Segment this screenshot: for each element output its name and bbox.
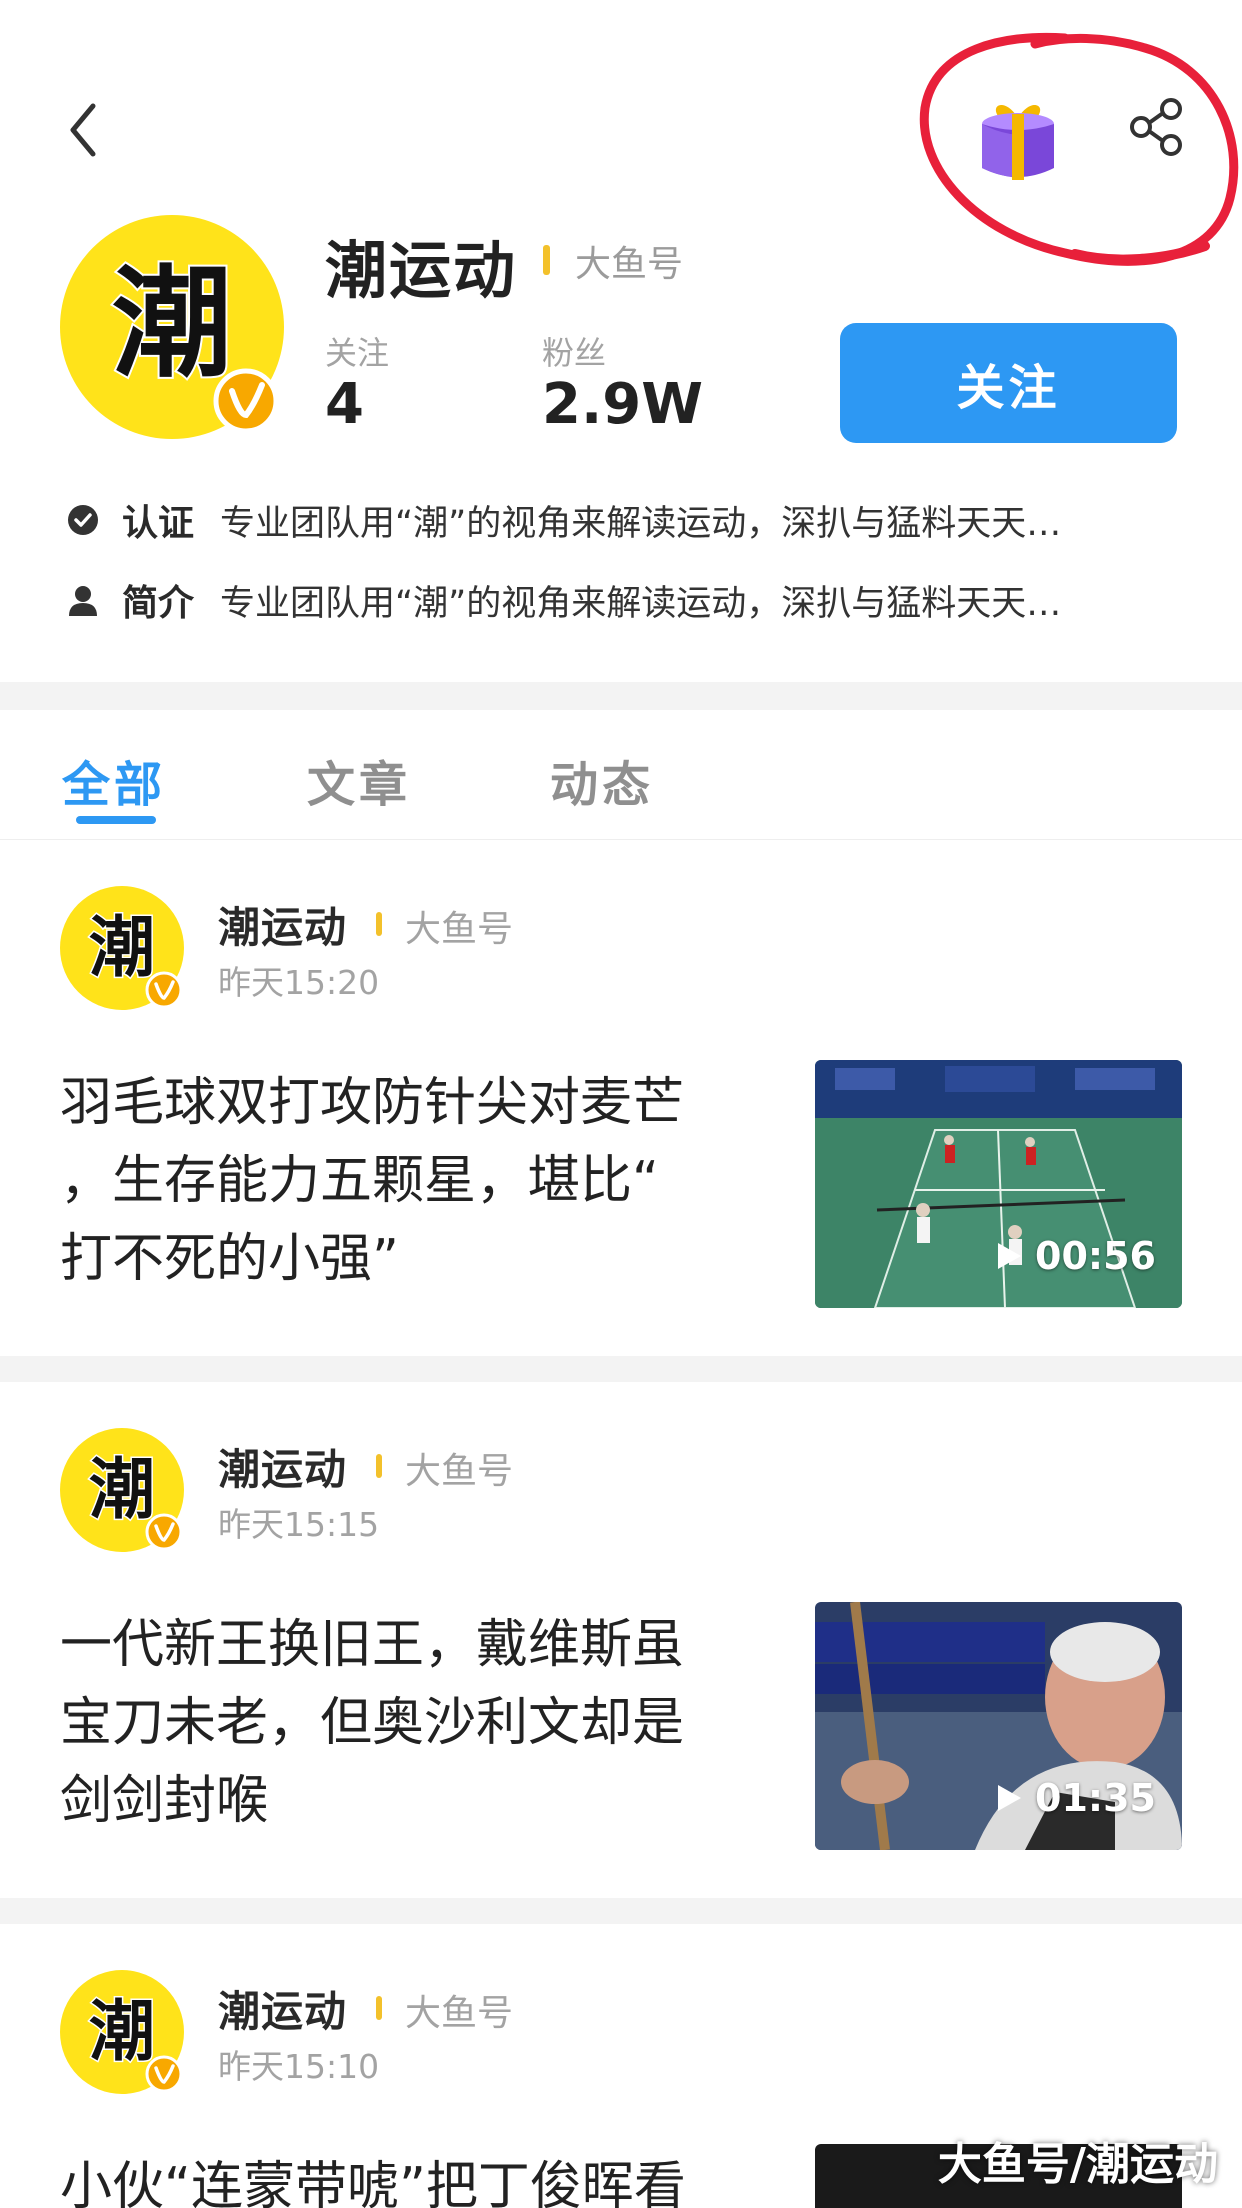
svg-text:潮: 潮 (89, 909, 155, 986)
content-tabs: 全部 文章 动态 (0, 710, 1242, 840)
badge-divider (543, 245, 550, 275)
author-avatar[interactable]: 潮 (60, 1970, 185, 2095)
profile-avatar[interactable]: 潮 (60, 215, 285, 440)
post-title-line: 剑剑封喉 (60, 1771, 269, 1831)
fans-count[interactable]: 2.9W (542, 372, 703, 437)
svg-text:潮: 潮 (89, 1451, 155, 1528)
fans-label: 粉丝 (542, 334, 607, 372)
share-icon (1130, 98, 1182, 156)
tab-updates[interactable]: 动态 (550, 745, 654, 815)
play-icon (998, 1243, 1022, 1269)
intro-text: 专业团队用“潮”的视角来解读运动，深扒与猛料天天… (220, 583, 1062, 624)
chevron-left-icon (70, 103, 96, 157)
duration-text: 00:56 (1035, 1234, 1156, 1278)
certification-text: 专业团队用“潮”的视角来解读运动，深扒与猛料天天… (220, 503, 1062, 544)
tab-all[interactable]: 全部 (62, 745, 166, 815)
video-duration: 00:56 (995, 1234, 1156, 1278)
svg-text:潮: 潮 (89, 1993, 155, 2070)
author-name[interactable]: 潮运动 (218, 1436, 347, 1497)
follow-button[interactable]: 关注 (840, 323, 1177, 443)
red-annotation-circle (919, 32, 1239, 266)
post-title-line: 一代新王换旧王，戴维斯虽 (60, 1615, 685, 1675)
post-title[interactable]: 小伙“连蒙带唬”把丁俊晖看 (60, 2148, 760, 2208)
back-button[interactable] (52, 90, 112, 170)
certification-label: 认证 (122, 503, 195, 544)
author-avatar[interactable]: 潮 (60, 886, 185, 1011)
feed-item[interactable]: 潮 潮运动 大鱼号 昨天15:15 一代新王换旧王，戴维斯虽 宝刀未老，但奥沙利… (0, 1384, 1242, 1896)
top-bar (0, 0, 1242, 266)
active-tab-indicator (76, 816, 156, 824)
video-thumbnail[interactable]: 01:35 (815, 1602, 1182, 1850)
author-name[interactable]: 潮运动 (218, 894, 347, 955)
account-type-badge: 大鱼号 (405, 909, 514, 950)
post-title-line: 羽毛球双打攻防针尖对麦芒 (60, 1073, 685, 1133)
video-duration: 01:35 (995, 1776, 1156, 1820)
feed-divider (0, 1356, 1242, 1382)
duration-text: 01:35 (1035, 1776, 1156, 1820)
post-title-line: 小伙“连蒙带唬”把丁俊晖看 (60, 2157, 686, 2208)
share-button[interactable] (1125, 95, 1189, 159)
user-icon (69, 586, 97, 616)
post-title[interactable]: 一代新王换旧王，戴维斯虽 宝刀未老，但奥沙利文却是 剑剑封喉 (60, 1606, 760, 1840)
tab-articles[interactable]: 文章 (307, 745, 411, 815)
account-type-badge: 大鱼号 (575, 244, 684, 285)
gift-button[interactable] (968, 90, 1068, 190)
video-thumbnail[interactable]: 00:56 (815, 1060, 1182, 1308)
certification-row[interactable]: 认证 专业团队用“潮”的视角来解读运动，深扒与猛料天天… (66, 494, 1186, 546)
play-icon (998, 1785, 1022, 1811)
post-time: 昨天15:10 (218, 2047, 380, 2086)
following-count[interactable]: 4 (325, 372, 364, 437)
badge-divider (376, 912, 382, 936)
gift-box-icon (982, 104, 1054, 180)
intro-row[interactable]: 简介 专业团队用“潮”的视角来解读运动，深扒与猛料天天… (66, 574, 1186, 626)
author-avatar[interactable]: 潮 (60, 1428, 185, 1553)
watermark-text: 大鱼号/潮运动 (937, 2139, 1218, 2190)
post-time: 昨天15:20 (218, 963, 380, 1002)
intro-label: 简介 (122, 583, 195, 624)
author-name[interactable]: 潮运动 (218, 1978, 347, 2039)
profile-name: 潮运动 (325, 234, 518, 307)
badge-divider (376, 1454, 382, 1478)
account-type-badge: 大鱼号 (405, 1993, 514, 2034)
post-title-line: 打不死的小强” (60, 1229, 399, 1289)
post-time: 昨天15:15 (218, 1505, 380, 1544)
following-label: 关注 (325, 334, 390, 372)
post-title[interactable]: 羽毛球双打攻防针尖对麦芒 ，生存能力五颗星，堪比“ 打不死的小强” (60, 1064, 760, 1298)
account-type-badge: 大鱼号 (405, 1451, 514, 1492)
post-title-line: ，生存能力五颗星，堪比“ (60, 1151, 659, 1211)
post-title-line: 宝刀未老，但奥沙利文却是 (60, 1693, 685, 1753)
feed-divider (0, 1898, 1242, 1924)
svg-text:潮: 潮 (112, 255, 232, 394)
feed-item[interactable]: 潮 潮运动 大鱼号 昨天15:20 羽毛球双打攻防针尖对麦芒 ，生存能力五颗星，… (0, 842, 1242, 1354)
verified-check-icon (68, 505, 98, 535)
section-divider (0, 682, 1242, 710)
badge-divider (376, 1996, 382, 2020)
